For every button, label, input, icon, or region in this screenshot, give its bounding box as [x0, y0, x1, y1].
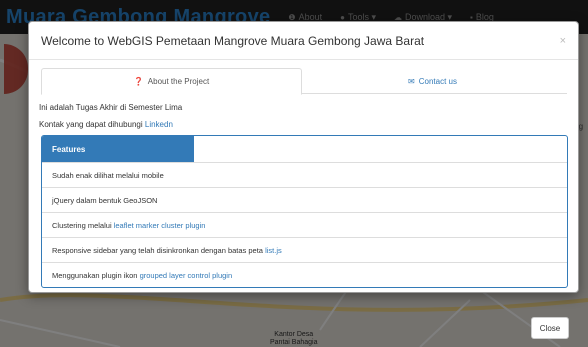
close-button[interactable]: Close	[531, 317, 569, 339]
close-icon[interactable]: ×	[560, 35, 566, 47]
tab-about-project[interactable]: ❓ About the Project	[41, 68, 302, 95]
tab-contact-us[interactable]: ✉ Contact us	[302, 68, 563, 94]
contact-line: Kontak yang dapat dihubungi Linkedn	[39, 120, 173, 129]
welcome-modal: Welcome to WebGIS Pemetaan Mangrove Muar…	[28, 21, 579, 293]
features-heading: Features	[42, 136, 194, 162]
feature-item: Clustering melalui leaflet marker cluste…	[42, 212, 567, 237]
listjs-link[interactable]: list.js	[265, 246, 282, 255]
intro-line: Ini adalah Tugas Akhir di Semester Lima	[39, 103, 183, 112]
feature-item: Menggunakan plugin ikon grouped layer co…	[42, 262, 567, 287]
question-circle-icon: ❓	[133, 77, 144, 86]
envelope-icon: ✉	[408, 76, 415, 86]
feature-item: Sudah enak dilihat melalui mobile	[42, 162, 567, 187]
modal-title: Welcome to WebGIS Pemetaan Mangrove Muar…	[41, 33, 425, 48]
marker-cluster-link[interactable]: leaflet marker cluster plugin	[114, 221, 206, 230]
feature-item: jQuery dalam bentuk GeoJSON	[42, 187, 567, 212]
intro-text: Ini adalah Tugas Akhir di Semester Lima …	[39, 99, 182, 133]
linkedin-link[interactable]: Linkedn	[145, 120, 173, 129]
modal-header: Welcome to WebGIS Pemetaan Mangrove Muar…	[29, 22, 578, 60]
grouped-layer-link[interactable]: grouped layer control plugin	[140, 271, 233, 280]
modal-tabs: ❓ About the Project ✉ Contact us	[41, 68, 567, 95]
features-panel: Features Sudah enak dilihat melalui mobi…	[41, 135, 568, 288]
feature-item: Responsive sidebar yang telah disinkronk…	[42, 237, 567, 262]
